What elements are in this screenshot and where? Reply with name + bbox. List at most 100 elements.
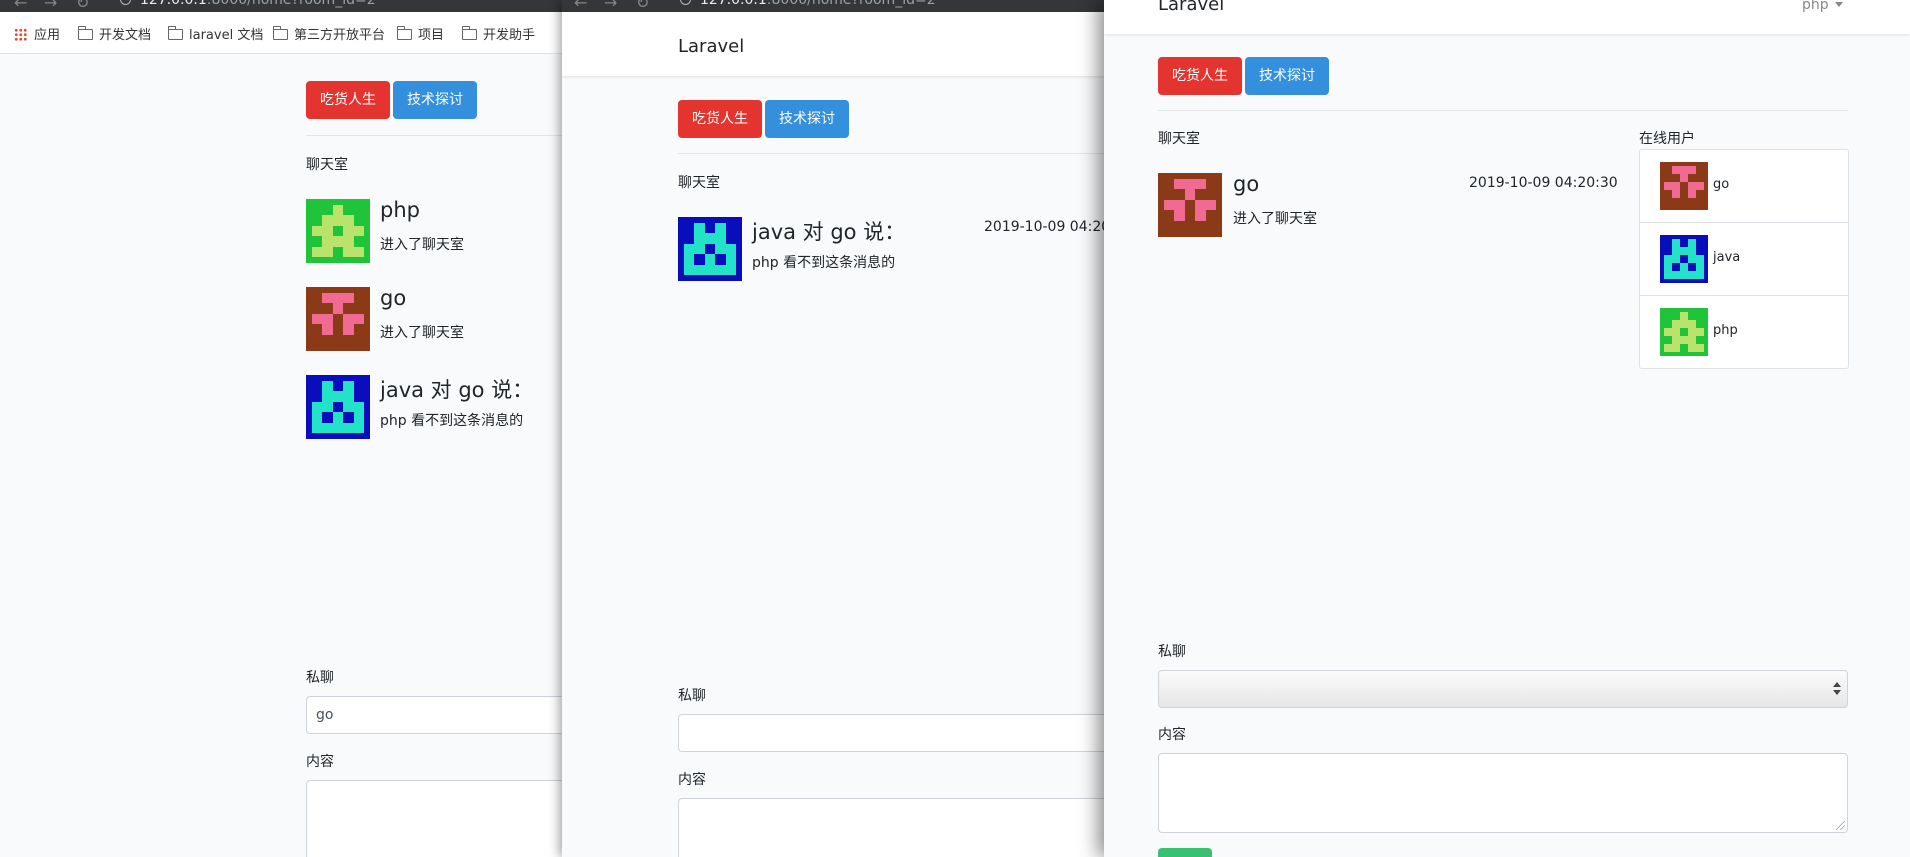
online-user-item[interactable]: go (1640, 150, 1848, 223)
private-chat-select[interactable]: go (306, 696, 562, 734)
room-foodie-button[interactable]: 吃货人生 (678, 100, 762, 138)
address-bar[interactable]: 127.0.0.1:8000/home?room_id=2 (120, 0, 376, 8)
select-arrows-icon (1833, 682, 1841, 696)
avatar-pixel (343, 422, 354, 433)
avatar-pixel (1664, 336, 1672, 344)
online-user-item[interactable]: php (1640, 296, 1848, 369)
avatar-pixel (715, 223, 726, 234)
avatar-pixel (694, 254, 704, 264)
avatar-pixel (343, 401, 354, 413)
avatar-pixel (322, 215, 333, 226)
reload-icon[interactable]: ↻ (636, 0, 649, 12)
avatar-pixel (1672, 320, 1680, 328)
avatar-pixel (684, 233, 694, 243)
message-text: php 看不到这条消息的 (752, 255, 896, 271)
private-chat-select[interactable] (1158, 670, 1848, 708)
blue-avatar (678, 217, 742, 281)
avatar-pixel (332, 412, 344, 423)
avatar-pixel (1664, 328, 1672, 336)
avatar-pixel (1696, 247, 1704, 255)
room-foodie-button[interactable]: 吃货人生 (306, 81, 390, 119)
avatar-pixel (1164, 189, 1174, 199)
avatar-pixel (333, 335, 343, 345)
avatar-pixel (1680, 320, 1688, 328)
avatar-pixel (1206, 179, 1216, 189)
avatar-pixel (1672, 255, 1680, 263)
browser-toolbar: ← → ↻ 127.0.0.1:8000/home?room_id=2 (0, 0, 562, 12)
bookmark-dev-helper[interactable]: 开发助手 (461, 24, 535, 43)
private-chat-select[interactable] (678, 714, 1104, 752)
avatar-pixel (343, 215, 354, 226)
avatar-pixel (343, 335, 353, 345)
send-button[interactable] (1158, 848, 1212, 857)
avatar-pixel (343, 303, 353, 313)
avatar-pixel (1664, 182, 1672, 190)
brand-logo[interactable]: Laravel (678, 36, 744, 57)
avatar-pixel (332, 293, 344, 304)
online-user-name: java (1713, 250, 1741, 265)
avatar-pixel (312, 335, 322, 345)
back-icon[interactable]: ← (14, 0, 27, 12)
room-tech-button[interactable]: 技术探讨 (1245, 57, 1329, 95)
forward-icon[interactable]: → (44, 0, 57, 12)
avatar-pixel (1680, 263, 1688, 271)
avatar-pixel (704, 254, 716, 265)
avatar-pixel (1185, 200, 1195, 210)
avatar-pixel (353, 412, 364, 423)
avatar-pixel (333, 381, 343, 391)
avatar-pixel (1688, 247, 1696, 255)
avatar-pixel (1696, 182, 1704, 190)
online-user-item[interactable]: java (1640, 223, 1848, 296)
avatar-pixel (694, 264, 705, 275)
bookmarks-bar: 应用 开发文档 laravel 文档 第三方开放平台 项目 开发助手 (0, 12, 562, 54)
avatar-pixel (725, 264, 736, 275)
avatar-pixel (343, 246, 354, 257)
avatar-pixel (1696, 271, 1704, 279)
avatar-pixel (694, 233, 705, 244)
bookmark-third-party[interactable]: 第三方开放平台 (272, 24, 385, 43)
avatar-pixel (312, 225, 323, 237)
avatar-pixel (715, 254, 725, 264)
forward-icon[interactable]: → (604, 0, 617, 12)
bookmark-apps[interactable]: 应用 (14, 24, 60, 43)
avatar-pixel (322, 225, 333, 237)
message-sender: go (1233, 172, 1260, 196)
bookmark-laravel-docs[interactable]: laravel 文档 (167, 24, 263, 43)
browser-window-php: ← → ↻ 127.0.0.1:8000/home?room_id=2 应用 开… (0, 0, 562, 857)
avatar-pixel (343, 225, 354, 237)
reload-icon[interactable]: ↻ (76, 0, 89, 12)
avatar-pixel (715, 243, 726, 255)
private-chat-label: 私聊 (306, 670, 334, 686)
avatar-pixel (312, 293, 322, 303)
chat-room-label: 聊天室 (678, 175, 720, 191)
avatar-pixel (343, 391, 354, 402)
avatar-pixel (1664, 312, 1672, 320)
content-textarea[interactable] (306, 780, 562, 857)
content-textarea[interactable] (1158, 753, 1848, 833)
resize-handle-icon[interactable] (1836, 821, 1845, 830)
avatar-pixel (322, 335, 332, 345)
avatar-pixel (1664, 271, 1672, 279)
avatar-pixel (1174, 179, 1185, 190)
navbar: Laravel (562, 12, 1104, 76)
avatar-pixel (1680, 328, 1688, 336)
brown-avatar (1158, 173, 1222, 237)
avatar-pixel (1664, 263, 1672, 271)
content-textarea[interactable] (678, 798, 1104, 857)
bookmark-projects[interactable]: 项目 (396, 24, 444, 43)
bookmark-dev-docs[interactable]: 开发文档 (77, 24, 151, 43)
brand-logo[interactable]: Laravel (1158, 0, 1224, 15)
avatar-pixel (1688, 182, 1696, 190)
back-icon[interactable]: ← (574, 0, 587, 12)
room-foodie-button[interactable]: 吃货人生 (1158, 57, 1242, 95)
room-tech-button[interactable]: 技术探讨 (765, 100, 849, 138)
avatar-pixel (1680, 182, 1688, 190)
avatar-pixel (322, 293, 333, 304)
avatar-pixel (1688, 328, 1696, 336)
avatar-pixel (343, 381, 354, 392)
address-bar[interactable]: 127.0.0.1:8000/home?room_id=2 (680, 0, 936, 8)
room-tech-button[interactable]: 技术探讨 (393, 81, 477, 119)
user-dropdown[interactable]: php (1802, 0, 1843, 13)
avatar-pixel (705, 223, 715, 233)
chat-room-label: 聊天室 (1158, 131, 1200, 147)
